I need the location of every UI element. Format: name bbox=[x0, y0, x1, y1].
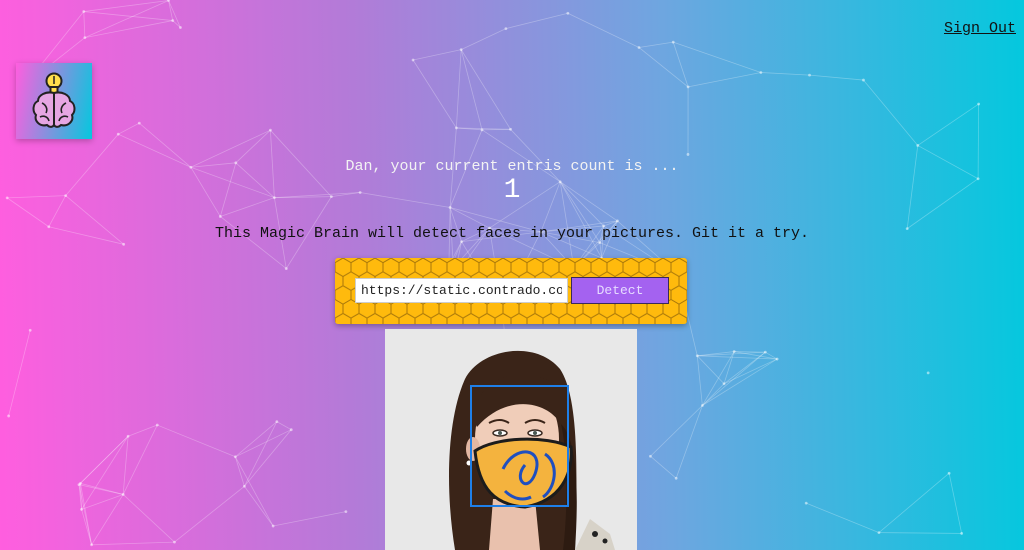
rank-message: Dan, your current entris count is ... bbox=[345, 158, 679, 175]
face-bounding-box bbox=[470, 385, 569, 507]
detect-button[interactable]: Detect bbox=[571, 277, 669, 304]
face-recognition-image bbox=[385, 329, 637, 550]
image-link-form: Detect bbox=[335, 258, 687, 324]
brain-lightbulb-icon bbox=[32, 72, 76, 128]
app-logo[interactable] bbox=[16, 63, 92, 139]
image-url-input[interactable] bbox=[355, 278, 568, 303]
app-description: This Magic Brain will detect faces in yo… bbox=[214, 225, 810, 242]
entries-count: 1 bbox=[503, 175, 521, 206]
sign-out-link[interactable]: Sign Out bbox=[944, 20, 1016, 37]
